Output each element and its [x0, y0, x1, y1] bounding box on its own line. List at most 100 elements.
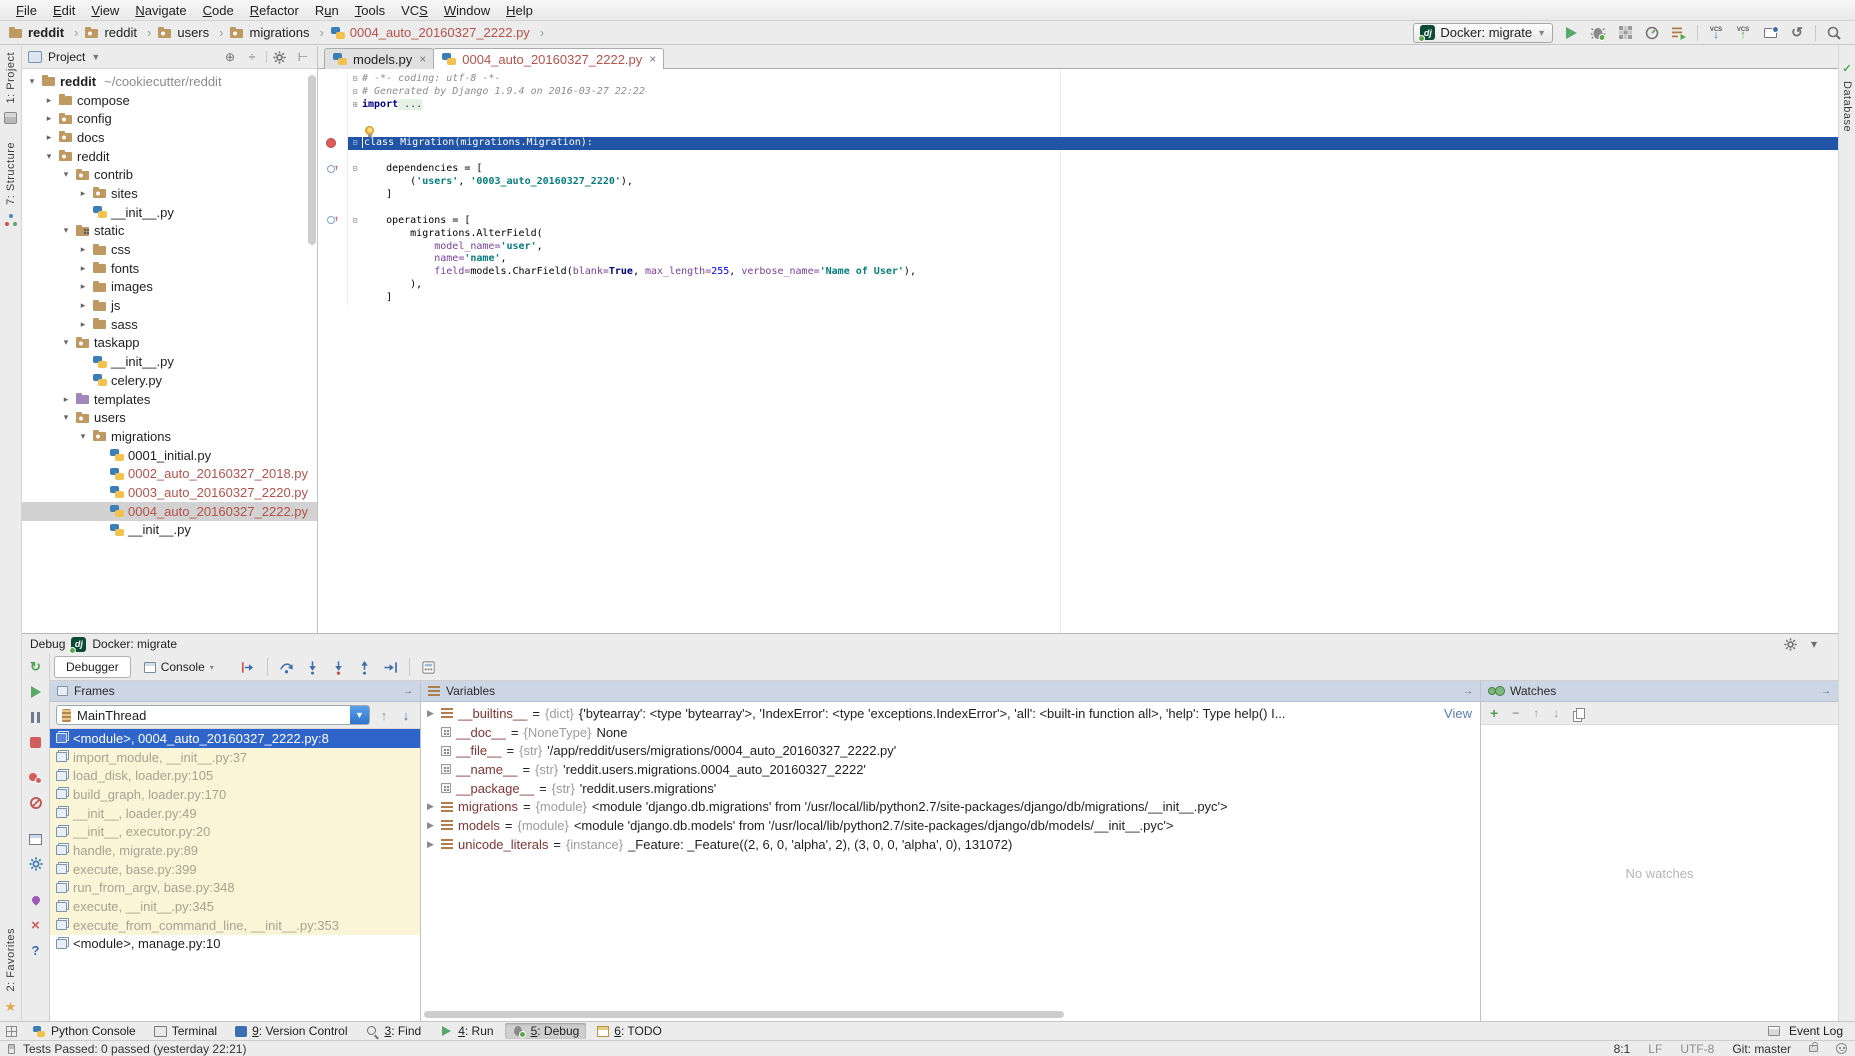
close-tab-icon[interactable]: × [649, 52, 656, 66]
project-scrollbar[interactable] [308, 75, 316, 245]
tree-item[interactable]: ▸ config [22, 109, 317, 128]
next-frame-button[interactable]: ↓ [398, 708, 414, 723]
hide-debug-panel-button[interactable]: ▾ [1806, 637, 1822, 651]
run-with-coverage-button[interactable] [1616, 24, 1634, 42]
pin-icon[interactable] [27, 892, 45, 908]
tree-item[interactable]: 0003_auto_20160327_2220.py [22, 483, 317, 502]
variable-row[interactable]: ▶ __builtins__ = {dict} {'bytearray': <t… [421, 704, 1480, 723]
tool-window-button[interactable]: Python Console [25, 1023, 143, 1039]
tree-item[interactable]: ▸ compose [22, 91, 317, 110]
tool-window-button[interactable]: 9: Version Control [228, 1023, 354, 1039]
show-execution-point-button[interactable] [241, 660, 256, 675]
inspections-profile-icon[interactable] [1836, 1043, 1847, 1054]
tool-window-access-icon[interactable] [6, 1026, 17, 1037]
tree-item[interactable]: 0001_initial.py [22, 446, 317, 465]
tree-item[interactable]: ▸ js [22, 296, 317, 315]
menu-item[interactable]: Help [498, 2, 541, 19]
previous-frame-button[interactable]: ↑ [376, 708, 392, 723]
step-into-button[interactable] [305, 660, 320, 675]
menu-item[interactable]: VCS [393, 2, 436, 19]
tool-window-button[interactable]: Terminal [147, 1023, 224, 1039]
tree-item[interactable]: ▸ templates [22, 390, 317, 409]
frame-row[interactable]: import_module, __init__.py:37 [50, 748, 420, 767]
run-configuration-select[interactable]: dj Docker: migrate ▼ [1413, 23, 1553, 43]
revert-button[interactable]: ↺ [1788, 24, 1806, 42]
frame-row[interactable]: build_graph, loader.py:170 [50, 785, 420, 804]
tool-button-structure[interactable]: 7: Structure [5, 136, 17, 211]
tree-item[interactable]: ▸ sites [22, 184, 317, 203]
tree-item[interactable]: __init__.py [22, 521, 317, 540]
menu-item[interactable]: View [83, 2, 127, 19]
vcs-branch-indicator[interactable]: Git: master [1732, 1042, 1791, 1056]
step-out-button[interactable] [357, 660, 372, 675]
frame-row[interactable]: __init__, executor.py:20 [50, 822, 420, 841]
tree-expand-icon[interactable]: ▸ [43, 132, 55, 143]
caret-position[interactable]: 8:1 [1614, 1042, 1631, 1056]
stop-button[interactable] [27, 734, 45, 750]
expand-arrow-icon[interactable]: ▶ [425, 708, 436, 719]
frame-row[interactable]: execute, __init__.py:345 [50, 897, 420, 916]
restore-layout-button[interactable] [27, 831, 45, 847]
editor-tab[interactable]: models.py × [324, 48, 434, 69]
profiler-button[interactable] [1643, 24, 1661, 42]
tree-expand-icon[interactable]: ▸ [43, 95, 55, 106]
tree-expand-icon[interactable]: ▸ [77, 188, 89, 199]
close-icon[interactable]: × [27, 917, 45, 933]
frame-row[interactable]: handle, migrate.py:89 [50, 841, 420, 860]
menu-item[interactable]: Refactor [242, 2, 307, 19]
line-ending-indicator[interactable]: LF [1648, 1042, 1662, 1056]
gear-icon[interactable] [1784, 638, 1800, 651]
menu-item[interactable]: Tools [347, 2, 393, 19]
chevron-down-icon[interactable]: ▼ [91, 52, 100, 62]
expand-arrow-icon[interactable]: ▶ [425, 839, 436, 850]
variable-row[interactable]: ▶ __file__ = {str} '/app/reddit/users/mi… [421, 741, 1480, 760]
variable-row[interactable]: ▶ __package__ = {str} 'reddit.users.migr… [421, 779, 1480, 798]
tree-item[interactable]: ▾ static [22, 222, 317, 241]
step-into-my-code-button[interactable] [331, 660, 346, 675]
pause-button[interactable] [27, 709, 45, 725]
tree-item[interactable]: ▾ reddit [22, 147, 317, 166]
rerun-button[interactable]: ↻ [27, 659, 45, 675]
tree-expand-icon[interactable]: ▸ [43, 113, 55, 124]
minimize-panel-icon[interactable]: → [403, 686, 413, 697]
move-watch-down-button[interactable]: ↓ [1553, 706, 1559, 720]
variable-row[interactable]: ▶ __name__ = {str} 'reddit.users.migrati… [421, 760, 1480, 779]
tree-item[interactable]: __init__.py [22, 203, 317, 222]
tool-window-button[interactable]: 5: Debug [505, 1023, 587, 1039]
tree-item[interactable]: celery.py [22, 371, 317, 390]
variable-row[interactable]: ▶ __doc__ = {NoneType} None [421, 723, 1480, 742]
tree-item[interactable]: ▾ migrations [22, 427, 317, 446]
editor-tab[interactable]: 0004_auto_20160327_2222.py × [433, 48, 664, 69]
help-icon[interactable]: ? [27, 942, 45, 958]
vcs-commit-button[interactable]: VCS↑ [1734, 24, 1752, 42]
tool-window-button[interactable]: 6: TODO [590, 1023, 669, 1039]
close-tab-icon[interactable]: × [419, 52, 426, 66]
encoding-indicator[interactable]: UTF-8 [1680, 1042, 1714, 1056]
breadcrumb-item[interactable]: users [157, 25, 229, 40]
settings-gear-icon[interactable] [27, 856, 45, 872]
tree-item[interactable]: ▸ css [22, 240, 317, 259]
menu-item[interactable]: Run [307, 2, 347, 19]
tree-expand-icon[interactable]: ▾ [60, 337, 72, 348]
breadcrumb-item[interactable]: migrations [229, 25, 329, 40]
frame-row[interactable]: <module>, 0004_auto_20160327_2222.py:8 [50, 729, 420, 748]
frame-row[interactable]: __init__, loader.py:49 [50, 804, 420, 823]
evaluate-expression-button[interactable] [421, 660, 436, 675]
menu-item[interactable]: Window [436, 2, 498, 19]
status-toggle-icon[interactable] [8, 1044, 15, 1054]
expand-arrow-icon[interactable]: ▶ [425, 801, 436, 812]
run-button[interactable] [1562, 24, 1580, 42]
status-message[interactable]: Tests Passed: 0 passed (yesterday 22:21) [23, 1042, 246, 1056]
debug-button[interactable] [1589, 24, 1607, 42]
lock-icon[interactable] [1809, 1045, 1818, 1052]
tree-item[interactable]: ▾ reddit ~/cookiecutter/reddit [22, 72, 317, 91]
thread-select[interactable]: MainThread ▼ [56, 705, 370, 725]
tree-item[interactable]: ▸ docs [22, 128, 317, 147]
run-configurations-icon[interactable] [1670, 24, 1688, 42]
variable-row[interactable]: ▶ unicode_literals = {instance} _Feature… [421, 835, 1480, 854]
tree-expand-icon[interactable]: ▸ [77, 244, 89, 255]
add-watch-button[interactable]: + [1490, 705, 1498, 721]
tree-item[interactable]: 0004_auto_20160327_2222.py [22, 502, 317, 521]
tree-expand-icon[interactable]: ▾ [77, 431, 89, 442]
tree-item[interactable]: ▾ contrib [22, 165, 317, 184]
